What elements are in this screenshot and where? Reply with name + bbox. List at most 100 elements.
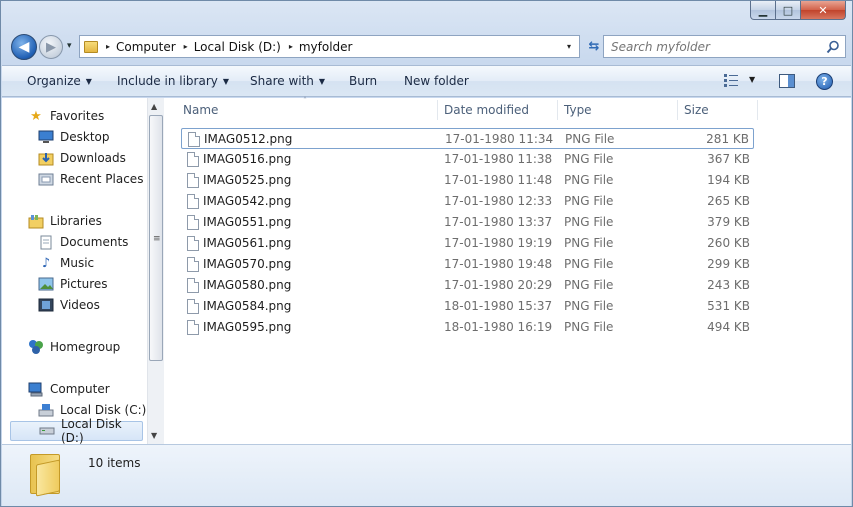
file-row[interactable]: IMAG0580.png 17-01-1980 20:29 PNG File 2… xyxy=(181,275,754,296)
file-row[interactable]: IMAG0516.png 17-01-1980 11:38 PNG File 3… xyxy=(181,149,754,170)
column-divider[interactable] xyxy=(757,100,758,120)
preview-pane-icon[interactable] xyxy=(779,74,795,88)
sidebar-item-computer[interactable]: Computer xyxy=(28,379,110,399)
file-row[interactable]: IMAG0525.png 17-01-1980 11:48 PNG File 1… xyxy=(181,170,754,191)
sort-indicator-icon: ˄ xyxy=(303,96,307,105)
file-date-modified: 17-01-1980 19:19 xyxy=(444,236,553,250)
recent-pages-dropdown[interactable]: ▾ xyxy=(67,41,72,51)
sidebar-item-pictures[interactable]: Pictures xyxy=(38,274,108,294)
sidebar-item-documents[interactable]: Documents xyxy=(38,232,128,252)
navigation-scrollbar[interactable]: ▲ ≡ ▼ xyxy=(147,98,164,444)
back-button[interactable]: ◀ xyxy=(11,34,37,60)
folder-icon xyxy=(30,454,62,497)
address-bar[interactable]: ▸ Computer ▸ Local Disk (D:) ▸ myfolder … xyxy=(79,35,580,58)
scrollbar-thumb[interactable]: ≡ xyxy=(149,115,163,361)
breadcrumb-local-disk-d[interactable]: Local Disk (D:) xyxy=(194,40,281,54)
forward-button[interactable]: ▶ xyxy=(39,35,63,59)
search-input[interactable] xyxy=(611,39,811,54)
column-header-type[interactable]: Type xyxy=(564,103,592,117)
folder-icon xyxy=(84,40,98,53)
sidebar-item-label: Homegroup xyxy=(50,340,121,354)
sidebar-item-homegroup[interactable]: Homegroup xyxy=(28,337,120,357)
file-row[interactable]: IMAG0595.png 18-01-1980 16:19 PNG File 4… xyxy=(181,317,754,338)
file-icon xyxy=(187,320,199,335)
command-bar: Organize ▼ Include in library ▼ Share with… xyxy=(2,65,851,97)
file-type: PNG File xyxy=(564,320,614,334)
help-icon[interactable]: ? xyxy=(816,73,833,90)
minimize-button[interactable]: ▁ xyxy=(750,1,776,20)
sidebar-item-music[interactable]: ♪ Music xyxy=(38,253,94,273)
file-row[interactable]: IMAG0584.png 18-01-1980 15:37 PNG File 5… xyxy=(181,296,754,317)
sidebar-item-label: Downloads xyxy=(60,151,126,165)
new-folder-button[interactable]: New folder xyxy=(404,74,469,88)
scroll-down-icon[interactable]: ▼ xyxy=(151,431,157,440)
system-drive-icon xyxy=(38,402,54,418)
file-size: 494 KB xyxy=(707,320,750,334)
close-button[interactable]: ✕ xyxy=(801,1,846,20)
caption-buttons: ▁ □ ✕ xyxy=(750,1,846,20)
sidebar-item-desktop[interactable]: Desktop xyxy=(38,127,110,147)
file-name: IMAG0551.png xyxy=(203,215,292,229)
sidebar-item-label: Libraries xyxy=(50,214,102,228)
file-row[interactable]: IMAG0561.png 17-01-1980 19:19 PNG File 2… xyxy=(181,233,754,254)
organize-menu[interactable]: Organize ▼ xyxy=(27,74,92,88)
file-icon xyxy=(187,173,199,188)
recent-places-icon xyxy=(38,171,54,187)
column-header-date-modified[interactable]: Date modified xyxy=(444,103,529,117)
search-box[interactable] xyxy=(603,35,846,58)
change-view-icon[interactable] xyxy=(724,74,738,87)
scroll-up-icon[interactable]: ▲ xyxy=(151,102,157,111)
navigation-bar: ◀ ▶ ▾ ▸ Computer ▸ Local Disk (D:) ▸ myf… xyxy=(9,34,846,60)
file-row[interactable]: IMAG0570.png 17-01-1980 19:48 PNG File 2… xyxy=(181,254,754,275)
sidebar-item-videos[interactable]: Videos xyxy=(38,295,100,315)
include-in-library-menu[interactable]: Include in library ▼ xyxy=(117,74,229,88)
sidebar-item-label: Local Disk (D:) xyxy=(61,417,122,445)
file-row[interactable]: IMAG0542.png 17-01-1980 12:33 PNG File 2… xyxy=(181,191,754,212)
star-icon: ★ xyxy=(30,108,42,124)
sidebar-item-local-disk-d[interactable]: Local Disk (D:) xyxy=(10,417,143,445)
file-size: 299 KB xyxy=(707,257,750,271)
organize-label: Organize xyxy=(27,74,81,88)
file-type: PNG File xyxy=(564,299,614,313)
address-history-dropdown[interactable]: ▾ xyxy=(567,42,571,51)
share-with-menu[interactable]: Share with ▼ xyxy=(250,74,325,88)
drive-icon xyxy=(39,423,55,439)
navigation-pane: ★ Favorites Desktop Downloads Recent Pla… xyxy=(2,98,164,445)
computer-icon xyxy=(28,381,44,397)
dropdown-arrow-icon: ▼ xyxy=(222,77,230,86)
file-row[interactable]: IMAG0551.png 17-01-1980 13:37 PNG File 3… xyxy=(181,212,754,233)
file-size: 194 KB xyxy=(707,173,750,187)
file-date-modified: 17-01-1980 12:33 xyxy=(444,194,553,208)
breadcrumb-separator[interactable]: ▸ xyxy=(106,42,110,51)
view-options-dropdown[interactable]: ▼ xyxy=(749,75,755,84)
sidebar-item-label: Local Disk (C:) xyxy=(60,403,147,417)
sidebar-item-recent-places[interactable]: Recent Places xyxy=(38,169,143,189)
breadcrumb-separator[interactable]: ▸ xyxy=(184,42,188,51)
file-size: 243 KB xyxy=(707,278,750,292)
file-icon xyxy=(187,215,199,230)
search-icon[interactable] xyxy=(826,40,840,54)
file-date-modified: 18-01-1980 16:19 xyxy=(444,320,553,334)
column-divider[interactable] xyxy=(437,100,438,120)
column-divider[interactable] xyxy=(677,100,678,120)
file-size: 367 KB xyxy=(707,152,750,166)
sidebar-item-downloads[interactable]: Downloads xyxy=(38,148,126,168)
breadcrumb-separator[interactable]: ▸ xyxy=(289,42,293,51)
videos-icon xyxy=(38,297,54,313)
include-in-library-label: Include in library xyxy=(117,74,218,88)
burn-button[interactable]: Burn xyxy=(349,74,377,88)
column-divider[interactable] xyxy=(557,100,558,120)
column-header-size[interactable]: Size xyxy=(684,103,709,117)
file-icon xyxy=(187,299,199,314)
pictures-icon xyxy=(38,276,54,292)
sidebar-item-label: Documents xyxy=(60,235,129,249)
maximize-button[interactable]: □ xyxy=(776,1,801,20)
sidebar-item-favorites[interactable]: ★ Favorites xyxy=(28,106,104,126)
sidebar-item-libraries[interactable]: Libraries xyxy=(28,211,102,231)
file-row[interactable]: IMAG0512.png 17-01-1980 11:34 PNG File 2… xyxy=(181,128,754,149)
breadcrumb-computer[interactable]: Computer xyxy=(116,40,176,54)
file-size: 265 KB xyxy=(707,194,750,208)
refresh-button[interactable]: ⇆ xyxy=(584,36,604,56)
column-header-name[interactable]: Name xyxy=(183,103,218,117)
breadcrumb-myfolder[interactable]: myfolder xyxy=(299,40,353,54)
